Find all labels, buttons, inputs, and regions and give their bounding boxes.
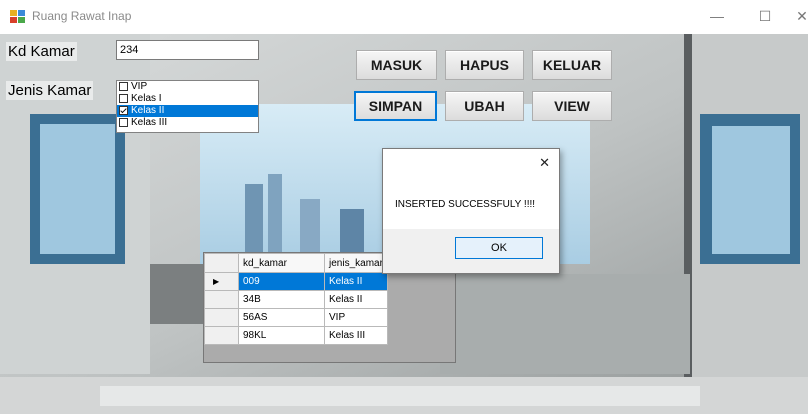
- table-row[interactable]: 34B Kelas II: [204, 290, 388, 309]
- message-dialog: ✕ INSERTED SUCCESSFULY !!!! OK: [382, 148, 560, 274]
- grid-cell[interactable]: 009: [238, 272, 325, 291]
- kd-kamar-input[interactable]: [116, 40, 259, 60]
- app-icon: [10, 10, 25, 23]
- close-button[interactable]: ✕: [790, 8, 808, 25]
- grid-cell[interactable]: Kelas II: [324, 290, 388, 309]
- grid-cell[interactable]: Kelas II: [324, 272, 388, 291]
- dialog-footer: OK: [383, 229, 559, 273]
- grid-cell[interactable]: 98KL: [238, 326, 325, 345]
- row-header[interactable]: [204, 308, 239, 327]
- maximize-button[interactable]: ☐: [753, 8, 777, 25]
- table-row[interactable]: 98KL Kelas III: [204, 326, 388, 345]
- window-title: Ruang Rawat Inap: [32, 9, 132, 23]
- checklist-item-kelas-iii[interactable]: Kelas III: [117, 117, 258, 129]
- kd-kamar-label: Kd Kamar: [6, 42, 77, 61]
- grid-corner-cell[interactable]: [204, 253, 239, 273]
- table-row[interactable]: 56AS VIP: [204, 308, 388, 327]
- ok-button[interactable]: OK: [455, 237, 543, 259]
- grid-cell[interactable]: VIP: [324, 308, 388, 327]
- grid-cell[interactable]: Kelas III: [324, 326, 388, 345]
- column-header-kd-kamar[interactable]: kd_kamar: [238, 253, 325, 273]
- grid-cell[interactable]: 56AS: [238, 308, 325, 327]
- grid-cell[interactable]: 34B: [238, 290, 325, 309]
- view-button[interactable]: VIEW: [532, 91, 612, 121]
- title-bar: Ruang Rawat Inap — ☐ ✕: [0, 0, 808, 34]
- checkbox-icon[interactable]: [119, 82, 128, 91]
- checkbox-checked-icon[interactable]: [119, 106, 128, 115]
- dialog-close-icon[interactable]: ✕: [539, 155, 550, 171]
- jenis-kamar-label: Jenis Kamar: [6, 81, 94, 100]
- checklist-item-kelas-i[interactable]: Kelas I: [117, 93, 258, 105]
- ubah-button[interactable]: UBAH: [445, 91, 524, 121]
- masuk-button[interactable]: MASUK: [356, 50, 437, 80]
- column-header-jenis-kamar[interactable]: jenis_kamar: [324, 253, 388, 273]
- grid-header-row: kd_kamar jenis_kamar: [204, 253, 388, 273]
- jenis-kamar-checklist[interactable]: VIP Kelas I Kelas II Kelas III: [116, 80, 259, 133]
- checkbox-icon[interactable]: [119, 94, 128, 103]
- row-header[interactable]: [204, 326, 239, 345]
- checklist-item-vip[interactable]: VIP: [117, 81, 258, 93]
- checklist-item-kelas-ii[interactable]: Kelas II: [117, 105, 258, 117]
- checkbox-icon[interactable]: [119, 118, 128, 127]
- keluar-button[interactable]: KELUAR: [532, 50, 612, 80]
- current-row-arrow-icon[interactable]: ▶: [204, 272, 239, 291]
- minimize-button[interactable]: —: [705, 8, 729, 24]
- dialog-message: INSERTED SUCCESSFULY !!!!: [395, 199, 536, 210]
- row-header[interactable]: [204, 290, 239, 309]
- hapus-button[interactable]: HAPUS: [445, 50, 524, 80]
- simpan-button[interactable]: SIMPAN: [354, 91, 437, 121]
- table-row[interactable]: ▶ 009 Kelas II: [204, 272, 388, 291]
- form-client-area: Kd Kamar Jenis Kamar VIP Kelas I Kelas I…: [0, 34, 808, 414]
